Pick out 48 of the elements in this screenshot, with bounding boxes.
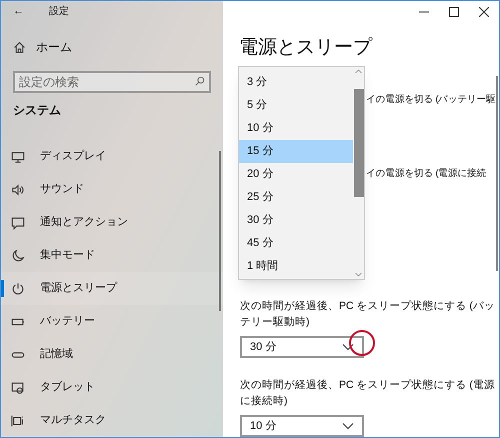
back-button[interactable]: ← — [13, 2, 24, 20]
page-title: 電源とスリープ — [239, 36, 374, 60]
speaker-icon — [11, 182, 25, 196]
nav-item[interactable]: タブレット — [1, 371, 223, 404]
scrollbar[interactable] — [496, 76, 498, 271]
nav-item[interactable]: 記憶域 — [1, 338, 223, 371]
setting-label: イの電源を切る (電源に接続 — [366, 166, 488, 181]
power-icon — [11, 282, 25, 296]
dropdown-option[interactable]: 45 分 — [239, 232, 353, 255]
nav-item[interactable]: マルチタスク — [1, 404, 223, 437]
dropdown-option[interactable]: 1 時間 — [239, 255, 353, 278]
chevron-down-icon — [342, 422, 354, 430]
nav-item[interactable]: 通知とアクション — [1, 206, 223, 239]
scroll-up-icon — [355, 69, 362, 74]
dropdown-option[interactable]: 10 分 — [239, 117, 353, 140]
section-heading: システム — [12, 102, 62, 119]
dropdown-option[interactable]: 15 分 — [239, 140, 353, 163]
dropdown-option[interactable]: 3 分 — [239, 71, 353, 94]
scrollbar[interactable] — [353, 67, 364, 279]
chevron-down-icon — [342, 343, 354, 351]
time-dropdown[interactable]: 10 分 — [240, 415, 364, 437]
nav-item[interactable]: バッテリー — [1, 305, 223, 338]
multitask-icon — [11, 414, 25, 428]
scroll-down-icon — [355, 272, 362, 277]
monitor-icon — [11, 150, 25, 164]
search-icon — [195, 76, 205, 86]
message-icon — [11, 216, 25, 230]
dropdown-option[interactable]: 5 分 — [239, 94, 353, 117]
close-button[interactable] — [479, 7, 489, 17]
nav-item[interactable]: 集中モード — [1, 239, 223, 272]
home-link[interactable]: ホーム — [36, 38, 72, 56]
nav-item[interactable]: 電源とスリープ — [1, 272, 223, 305]
dropdown-option[interactable]: 25 分 — [239, 186, 353, 209]
setting-label: イの電源を切る (バッテリー駆 — [366, 92, 497, 106]
maximize-button[interactable] — [449, 7, 459, 17]
nav-item[interactable]: ディスプレイ — [1, 140, 223, 173]
search-field[interactable]: 設定の検索 — [13, 71, 211, 93]
dropdown-option[interactable]: 20 分 — [239, 163, 353, 186]
scrollbar[interactable] — [219, 151, 221, 311]
setting-label: 次の時間が経過後、PC をスリープ状態にする (バッテリー駆動時) — [240, 299, 496, 330]
moon-icon — [11, 248, 25, 262]
nav-item[interactable]: サウンド — [1, 173, 223, 206]
tablet-icon — [11, 380, 25, 394]
time-dropdown[interactable]: 30 分 — [240, 336, 364, 358]
setting-label: 次の時間が経過後、PC をスリープ状態にする (電源に接続時) — [240, 378, 496, 409]
home-icon — [13, 40, 26, 54]
window-title: 設定 — [49, 4, 69, 18]
dropdown-option[interactable]: 30 分 — [239, 209, 353, 232]
